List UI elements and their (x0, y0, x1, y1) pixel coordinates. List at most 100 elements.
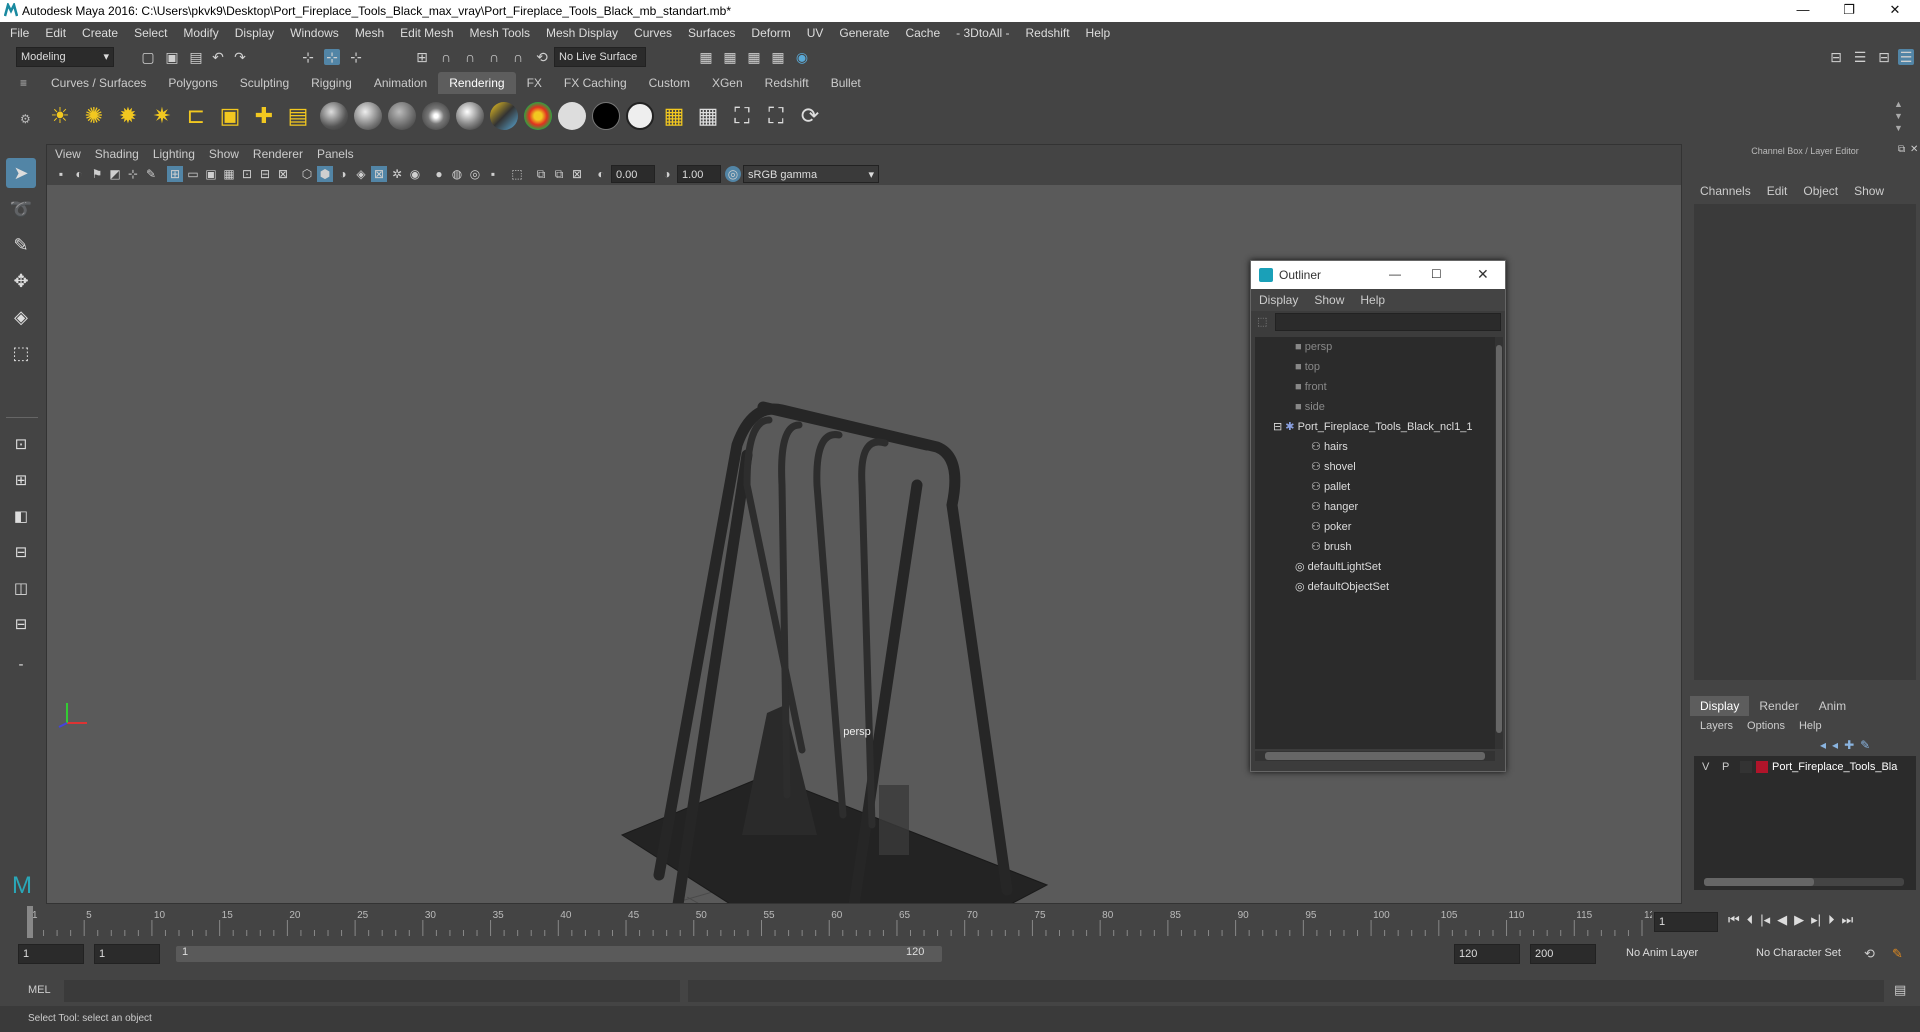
tab-custom[interactable]: Custom (638, 72, 701, 94)
persp-graph-layout-icon[interactable]: ⊟ (6, 538, 36, 568)
use-all-lights-icon[interactable]: ✲ (389, 166, 405, 182)
live-surface-field[interactable]: No Live Surface (554, 47, 646, 67)
scale-tool-icon[interactable]: ⬚ (6, 338, 36, 368)
exposure-field[interactable]: 0.00 (611, 165, 655, 183)
layered-shader-icon[interactable] (490, 102, 518, 130)
xray-components-icon[interactable]: ⊠ (569, 166, 585, 182)
menu-help[interactable]: Help (1086, 26, 1111, 40)
anisotropic-material-icon[interactable] (456, 102, 484, 130)
outliner-item-hairs[interactable]: ⚇ hairs (1311, 437, 1348, 457)
textured-icon[interactable]: ⊠ (371, 166, 387, 182)
menu-generate[interactable]: Generate (839, 26, 889, 40)
volume-light-icon[interactable]: ▣ (216, 102, 244, 130)
tab-bullet[interactable]: Bullet (820, 72, 872, 94)
grease-pencil-icon[interactable]: ✎ (143, 166, 159, 182)
script-editor-icon[interactable]: ▤ (1894, 982, 1906, 998)
spot-light-icon[interactable]: ✷ (148, 102, 176, 130)
tab-display-layers[interactable]: Display (1690, 696, 1750, 716)
time-slider[interactable]: 1 5 10 15 20 25 30 35 40 45 50 55 60 65 70 75 80 85 90 95 10… (0, 906, 1920, 938)
layer-row[interactable]: V P Port_Fireplace_Tools_Bla (1694, 758, 1916, 776)
rotate-tool-icon[interactable]: ◈ (6, 302, 36, 332)
menu-deform[interactable]: Deform (751, 26, 790, 40)
isolate-select-icon[interactable]: ⬚ (509, 166, 525, 182)
color-management-icon[interactable]: ◎ (725, 166, 741, 182)
end-time-field[interactable]: 200 (1530, 944, 1596, 964)
current-frame-field[interactable]: 1 (1654, 912, 1718, 932)
persp-outliner-layout-icon[interactable]: ◧ (6, 502, 36, 532)
exposure-icon[interactable]: ◐ (593, 166, 609, 182)
menu-uv[interactable]: UV (807, 26, 824, 40)
layer-color-swatch[interactable] (1756, 761, 1768, 773)
gamma-field[interactable]: 1.00 (677, 165, 721, 183)
time-ruler[interactable]: 1 5 10 15 20 25 30 35 40 45 50 55 60 65 70 75 80 85 90 95 10… (22, 906, 1652, 938)
shadows-icon[interactable]: ◉ (407, 166, 423, 182)
surface-shader-icon[interactable] (558, 102, 586, 130)
select-object-icon[interactable]: ⊹ (324, 49, 340, 65)
playback-start-field[interactable]: 1 (94, 944, 160, 964)
outliner-item-default-object-set[interactable]: ◎ defaultObjectSet (1295, 577, 1389, 597)
field-chart-icon[interactable]: ⊡ (239, 166, 255, 182)
range-bar[interactable]: 1 120 (176, 946, 942, 962)
gamma-icon[interactable]: ◑ (659, 166, 675, 182)
close-icon[interactable]: ✕ (1872, 0, 1918, 22)
grid-toggle-icon[interactable]: ⊞ (167, 166, 183, 182)
snap-live-icon[interactable]: ⟲ (534, 49, 550, 65)
outliner-item-pallet[interactable]: ⚇ pallet (1311, 477, 1350, 497)
outliner-search-input[interactable] (1275, 313, 1501, 331)
prev-key-icon[interactable]: |◂ (1760, 912, 1770, 928)
outliner-horizontal-scrollbar[interactable] (1255, 751, 1495, 761)
snap-curve-icon[interactable]: ∩ (438, 49, 454, 65)
xray-joints-icon[interactable]: ⧉ (551, 166, 567, 182)
two-d-pan-icon[interactable]: ⊹ (125, 166, 141, 182)
depth-of-field-icon[interactable]: ▪ (485, 166, 501, 182)
shelf-scroll-icon[interactable]: ▲ ▼ ▼ (1894, 98, 1903, 134)
collapse-icon[interactable]: ⊟ (1273, 421, 1282, 433)
tab-animation[interactable]: Animation (363, 72, 438, 94)
safe-title-icon[interactable]: ⊠ (275, 166, 291, 182)
maya-home-icon[interactable]: M (6, 872, 38, 900)
channel-box-float-icon[interactable]: ⧉ (1898, 144, 1905, 155)
viewport-menu-view[interactable]: View (55, 145, 81, 163)
outliner-item-persp[interactable]: ■ persp (1295, 337, 1332, 357)
layer-scrollbar[interactable] (1704, 878, 1904, 886)
shelf-menu-icon[interactable]: ≡ (20, 76, 27, 90)
menu-cache[interactable]: Cache (905, 26, 940, 40)
layer-type-toggle[interactable] (1740, 761, 1752, 773)
render-texture-icon[interactable]: ▦ (660, 102, 688, 130)
mode-select[interactable]: Modeling ▾ (16, 47, 114, 67)
undo-icon[interactable]: ↶ (210, 49, 226, 65)
menu-modify[interactable]: Modify (183, 26, 218, 40)
menu-file[interactable]: File (10, 26, 29, 40)
menu-edit-mesh[interactable]: Edit Mesh (400, 26, 453, 40)
shaded-wire-icon[interactable]: ◑ (335, 166, 351, 182)
use-background-icon[interactable] (592, 102, 620, 130)
viewport-menu-shading[interactable]: Shading (95, 145, 139, 163)
tab-polygons[interactable]: Polygons (157, 72, 228, 94)
camera-aim-icon[interactable]: ▤ (284, 102, 312, 130)
film-gate-icon[interactable]: ▭ (185, 166, 201, 182)
auto-key-icon[interactable]: ⟲ (1864, 946, 1875, 962)
outliner-item-root-group[interactable]: ⊟ ✱ Port_Fireplace_Tools_Black_ncl1_1 (1273, 417, 1472, 437)
character-set-select[interactable]: No Character Set (1752, 944, 1868, 964)
render-sequence-icon[interactable]: ▦ (694, 102, 722, 130)
menu-mesh[interactable]: Mesh (355, 26, 384, 40)
snap-grid-icon[interactable]: ⊞ (414, 49, 430, 65)
xray-icon[interactable]: ⧉ (533, 166, 549, 182)
cmd-input[interactable] (64, 980, 680, 1002)
outliner-item-poker[interactable]: ⚇ poker (1311, 517, 1351, 537)
menu-redshift[interactable]: Redshift (1026, 26, 1070, 40)
color-space-select[interactable]: sRGB gamma ▾ (743, 165, 879, 183)
layer-menu-options[interactable]: Options (1747, 720, 1785, 732)
select-hierarchy-icon[interactable]: ⊹ (300, 49, 316, 65)
motion-blur-icon[interactable]: ◍ (449, 166, 465, 182)
redo-icon[interactable]: ↷ (232, 49, 248, 65)
viewport-menu-lighting[interactable]: Lighting (153, 145, 195, 163)
menu-windows[interactable]: Windows (290, 26, 339, 40)
anim-prefs-icon[interactable]: ✎ (1892, 946, 1903, 962)
menu-mesh-tools[interactable]: Mesh Tools (470, 26, 530, 40)
next-key-icon[interactable]: ▸| (1811, 912, 1821, 928)
outliner-item-side[interactable]: ■ side (1295, 397, 1325, 417)
start-time-field[interactable]: 1 (18, 944, 84, 964)
new-layer-selected-icon[interactable]: ✎ (1860, 738, 1870, 752)
persp-uv-layout-icon[interactable]: ⊟ (6, 610, 36, 640)
